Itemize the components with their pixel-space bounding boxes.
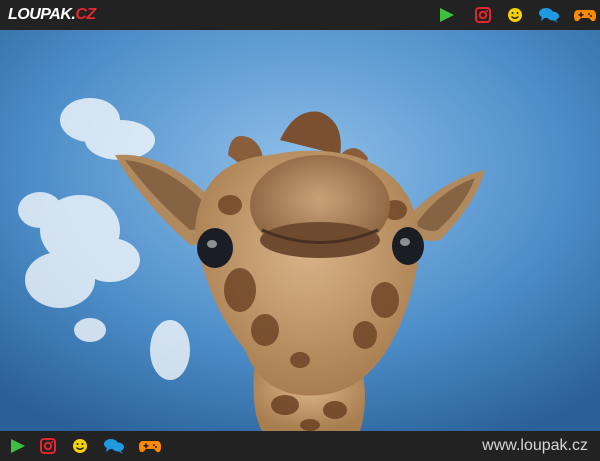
play-icon[interactable] xyxy=(437,5,457,25)
chat-icon[interactable] xyxy=(102,436,126,456)
gamepad-icon[interactable] xyxy=(573,5,597,25)
top-bar: LOUPAK. CZ xyxy=(0,0,600,30)
right-eye xyxy=(392,227,424,265)
gamepad-icon[interactable] xyxy=(138,436,162,456)
photo-illustration xyxy=(0,30,600,431)
chat-icon[interactable] xyxy=(537,5,561,25)
logo-tld: CZ xyxy=(75,6,96,23)
instagram-icon[interactable] xyxy=(473,5,493,25)
logo-main: LOUPAK. xyxy=(8,6,76,23)
bottom-bar: www.loupak.cz xyxy=(0,431,600,461)
site-logo[interactable]: LOUPAK. CZ xyxy=(8,5,96,25)
site-url-link[interactable]: www.loupak.cz xyxy=(482,437,588,455)
top-icon-group xyxy=(437,5,597,25)
giraffe-photo xyxy=(0,30,600,431)
bottom-icon-group xyxy=(8,436,162,456)
left-eye xyxy=(197,228,233,268)
smiley-icon[interactable] xyxy=(505,5,525,25)
instagram-icon[interactable] xyxy=(38,436,58,456)
smiley-icon[interactable] xyxy=(70,436,90,456)
play-icon[interactable] xyxy=(8,436,28,456)
